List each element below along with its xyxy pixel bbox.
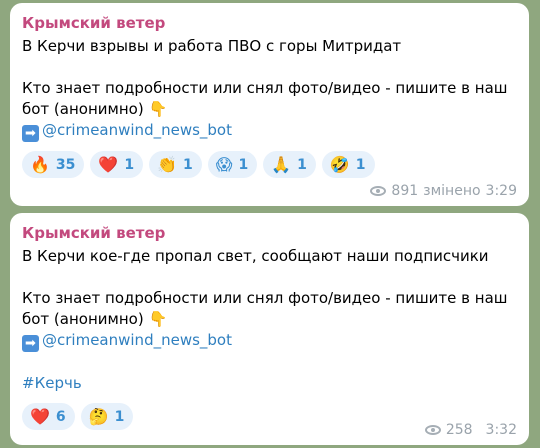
message-author[interactable]: Крымский ветер <box>22 13 517 33</box>
reaction-count: 1 <box>183 156 193 173</box>
reaction-heart[interactable]: ❤️ 6 <box>22 403 75 430</box>
message-time: 3:32 <box>485 422 517 438</box>
eye-icon <box>424 425 441 435</box>
message-text-line: Кто знает подробности или снял фото/виде… <box>22 289 508 307</box>
reaction-rofl[interactable]: 🤣 1 <box>321 151 375 178</box>
reaction-pray[interactable]: 🙏 1 <box>263 151 316 178</box>
reaction-fire[interactable]: 🔥 35 <box>22 151 85 178</box>
heart-emoji-icon: ❤️ <box>98 155 119 174</box>
reaction-count: 1 <box>355 156 366 173</box>
reaction-thinking[interactable]: 🤔 1 <box>80 403 134 430</box>
edited-label: змінено <box>423 183 481 199</box>
message-author[interactable]: Крымский ветер <box>22 223 517 243</box>
message-text: бот (анонимно) <box>22 100 144 118</box>
reaction-heart[interactable]: ❤️ 1 <box>90 151 144 178</box>
view-count: 258 <box>445 422 473 438</box>
hashtag-link[interactable]: #Керчь <box>22 374 82 392</box>
message-text: бот (анонимно) <box>22 310 144 328</box>
message-text-line: В Керчи кое-где пропал свет, сообщают на… <box>22 247 489 265</box>
reaction-count: 1 <box>114 408 125 425</box>
message-bubble[interactable]: Крымский ветер В Керчи кое-где пропал св… <box>10 213 529 445</box>
message-text-line: бот (анонимно) 👇 <box>22 309 517 330</box>
message-text-line: бот (анонимно) 👇 <box>22 99 517 120</box>
reactions-bar: 🔥 35 ❤️ 1 👏 1 😱 1 🙏 1 🤣 1 <box>22 151 517 178</box>
point-down-emoji-icon: 👇 <box>148 100 168 118</box>
clap-emoji-icon: 👏 <box>157 155 177 174</box>
message-bubble[interactable]: Крымский ветер В Керчи взрывы и работа П… <box>10 3 529 206</box>
reaction-scream[interactable]: 😱 1 <box>207 151 258 178</box>
fire-emoji-icon: 🔥 <box>30 155 50 174</box>
message-feed: Крымский ветер В Керчи взрывы и работа П… <box>0 0 540 448</box>
reaction-count: 1 <box>297 156 307 173</box>
message-text-line: Кто знает подробности или снял фото/виде… <box>22 79 508 97</box>
view-count: 891 <box>391 183 419 199</box>
bot-link[interactable]: @crimeanwind_news_bot <box>42 331 232 349</box>
message-meta: 258 3:32 <box>424 422 517 438</box>
message-meta: 891 змінено 3:29 <box>370 183 517 199</box>
scream-emoji-icon: 😱 <box>215 155 233 174</box>
reaction-count: 35 <box>55 156 76 173</box>
point-down-emoji-icon: 👇 <box>148 310 168 328</box>
thinking-emoji-icon: 🤔 <box>88 407 109 426</box>
right-arrow-emoji-icon: ➡ <box>22 335 39 352</box>
message-text-line: В Керчи взрывы и работа ПВО с горы Митри… <box>22 37 402 55</box>
bot-link-line: ➡ @crimeanwind_news_bot <box>22 330 517 352</box>
rofl-emoji-icon: 🤣 <box>329 155 350 174</box>
hashtag-line: #Керчь <box>22 373 517 394</box>
reaction-count: 6 <box>55 408 66 425</box>
reaction-count: 1 <box>124 156 135 173</box>
right-arrow-emoji-icon: ➡ <box>22 125 39 142</box>
eye-icon <box>370 186 387 196</box>
reaction-count: 1 <box>238 156 249 173</box>
reaction-clap[interactable]: 👏 1 <box>149 151 202 178</box>
message-time: 3:29 <box>485 183 517 199</box>
heart-emoji-icon: ❤️ <box>30 407 50 426</box>
bot-link-line: ➡ @crimeanwind_news_bot <box>22 120 517 142</box>
bot-link[interactable]: @crimeanwind_news_bot <box>42 121 232 139</box>
pray-emoji-icon: 🙏 <box>271 155 292 174</box>
